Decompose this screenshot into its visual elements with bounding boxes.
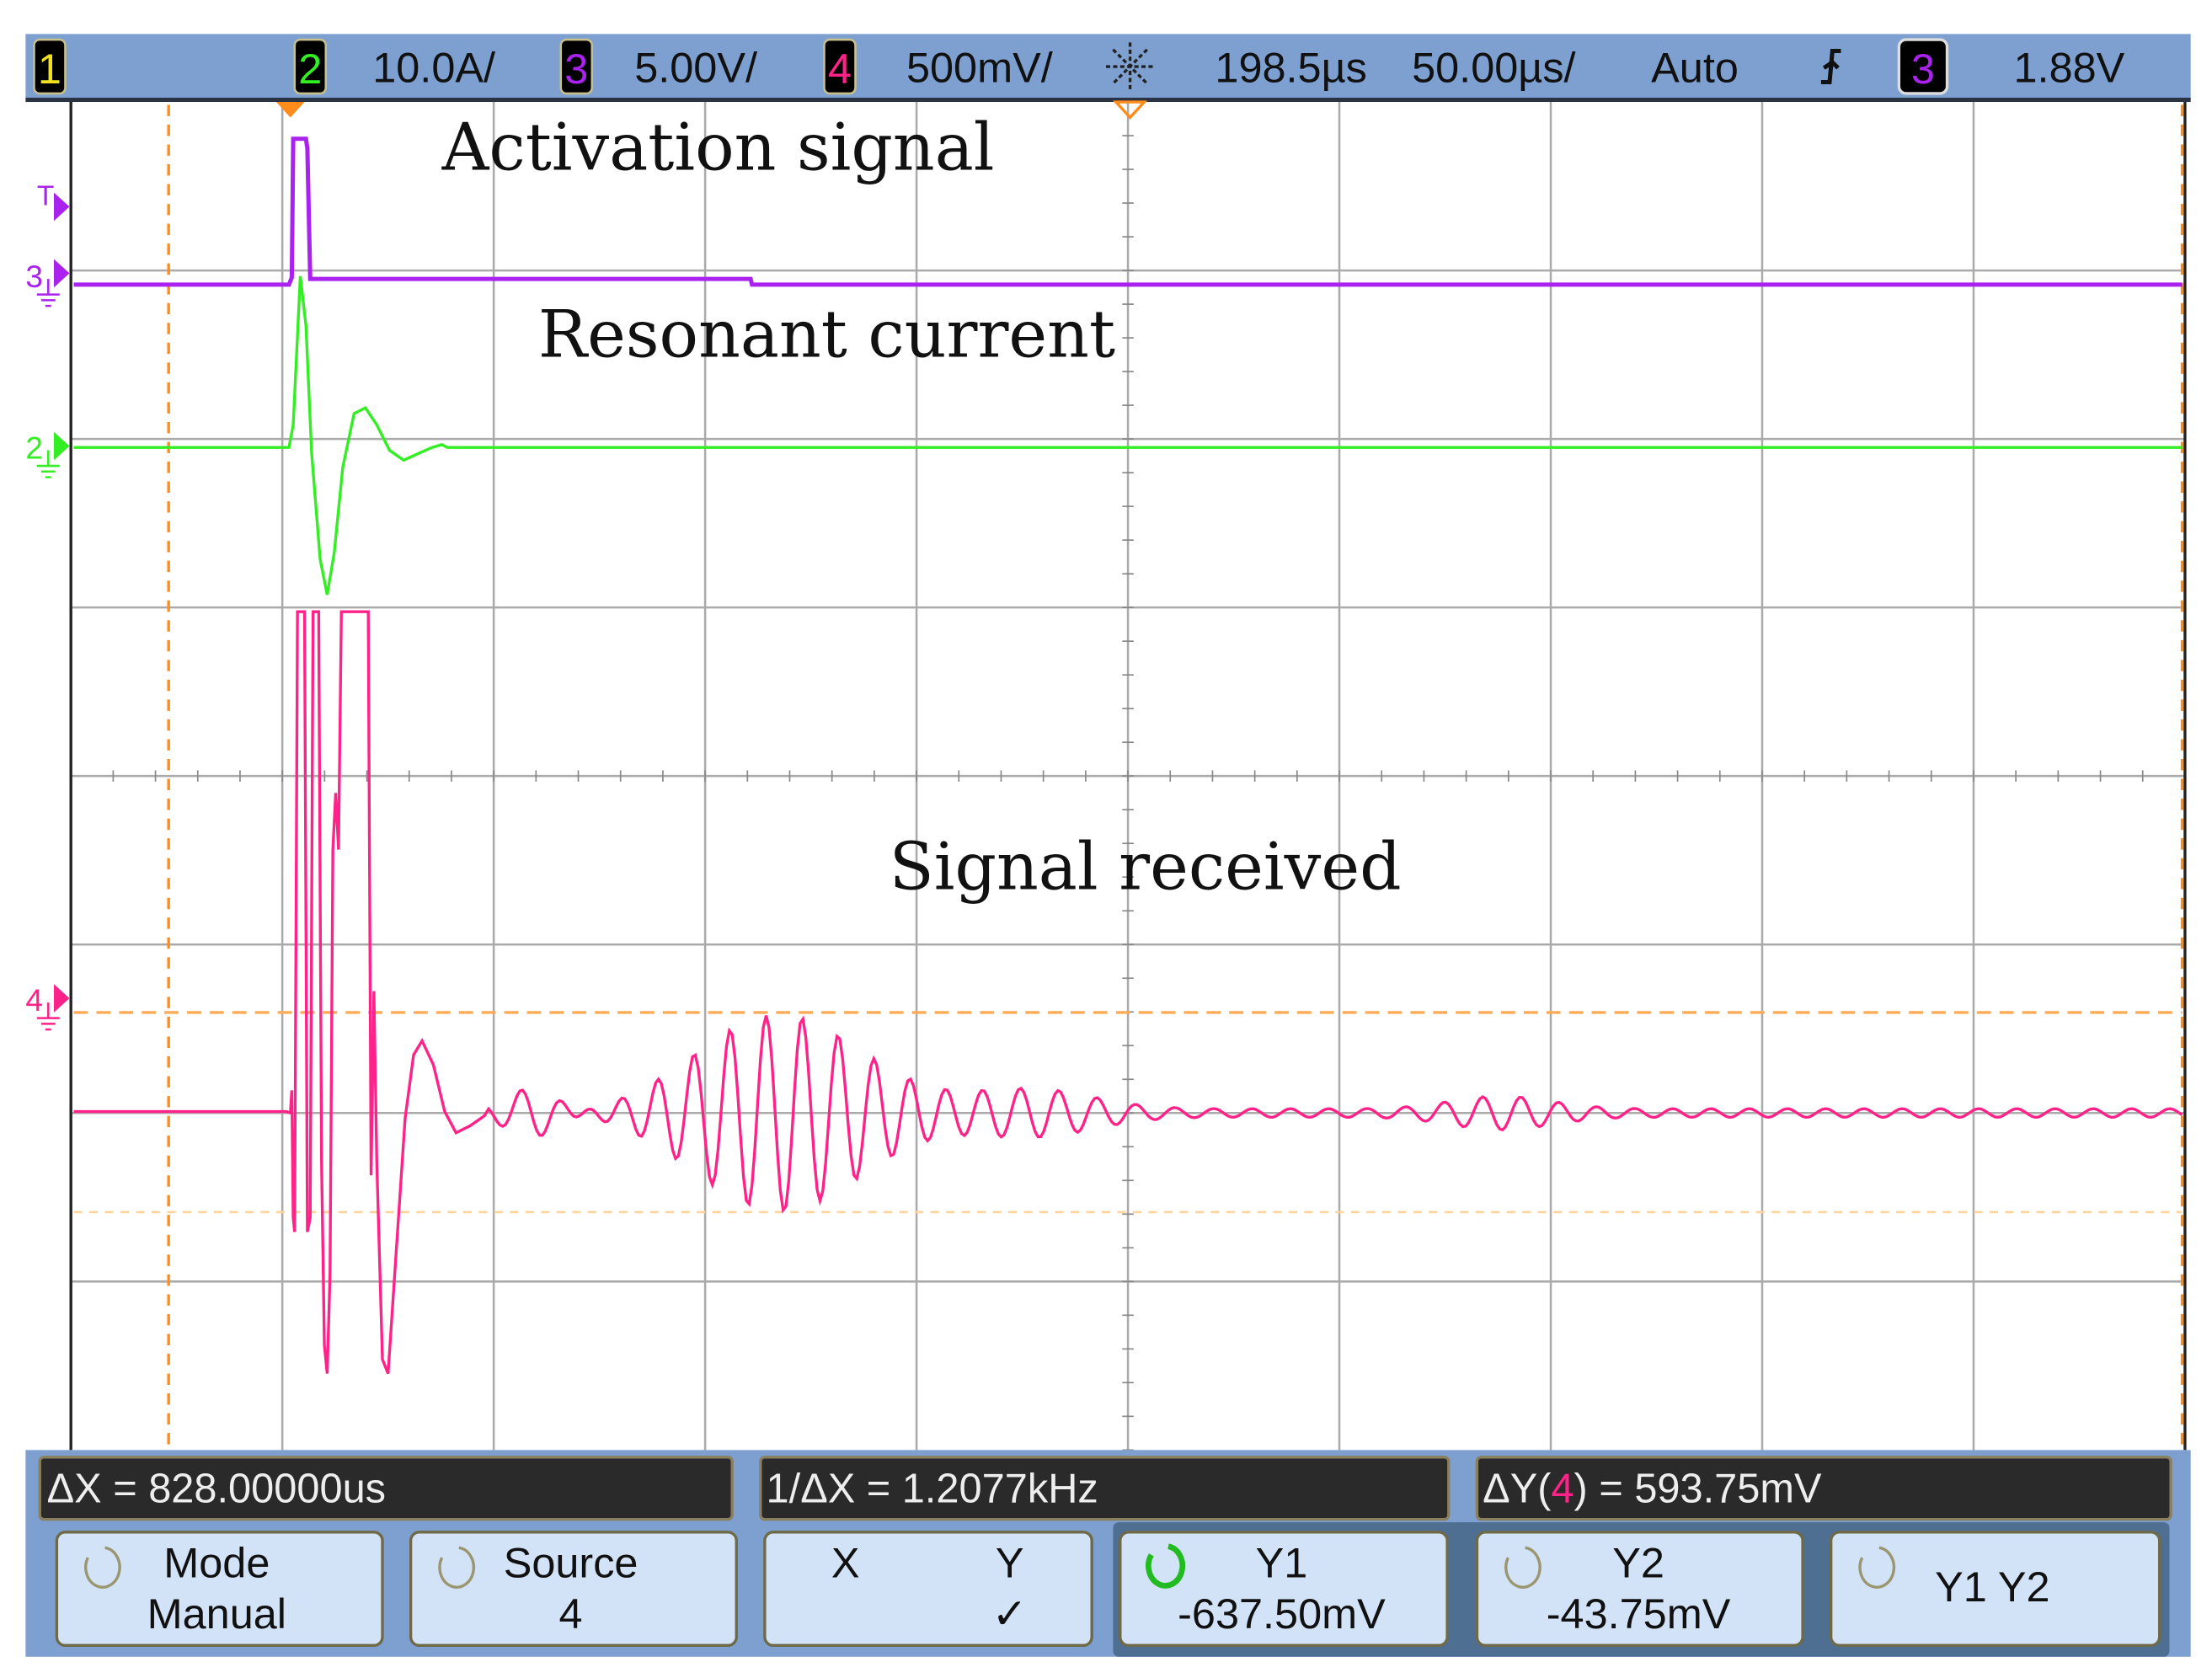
channel-2-label: 2 xyxy=(298,45,322,93)
y-option: Y xyxy=(996,1539,1024,1587)
source-value: 4 xyxy=(559,1590,583,1638)
mode-label: Mode xyxy=(163,1539,270,1587)
trigger-mode[interactable]: Auto xyxy=(1651,43,1739,91)
inverse-delta-x-readout: 1/ΔX = 1.2077kHz xyxy=(759,1456,1451,1521)
channel-4-ground-marker[interactable]: 4 xyxy=(25,983,70,1031)
y2-softkey[interactable]: Y2 -43.75mV xyxy=(1475,1531,1804,1648)
inverse-delta-x-value: 1/ΔX = 1.2077kHz xyxy=(767,1467,1098,1512)
trigger-source-label: 3 xyxy=(1911,45,1935,93)
mode-value: Manual xyxy=(147,1590,286,1638)
annotation-activation-signal: Activation signal xyxy=(441,110,995,186)
channel-3-label: 3 xyxy=(564,45,588,93)
time-delay[interactable]: 198.5µs xyxy=(1215,43,1366,91)
trigger-marker-label: T xyxy=(37,181,55,212)
source-label: Source xyxy=(504,1539,638,1587)
mode-softkey[interactable]: Mode Manual xyxy=(55,1531,384,1648)
delta-y-readout: ΔY(4) = 593.75mV xyxy=(1475,1456,2172,1521)
channel-2-scale: 10.0A/ xyxy=(372,43,496,91)
delta-x-value: ΔX = 828.00000us xyxy=(47,1467,386,1512)
y1-softkey[interactable]: Y1 -637.50mV xyxy=(1119,1531,1449,1648)
channel-1-label: 1 xyxy=(38,45,61,93)
channel-2-marker-label: 2 xyxy=(25,431,43,466)
channel-3-marker-label: 3 xyxy=(25,259,43,294)
check-icon: ✓ xyxy=(992,1590,1028,1638)
y1-value: -637.50mV xyxy=(1178,1590,1386,1638)
channel-4-scale: 500mV/ xyxy=(906,43,1054,91)
y2-label: Y2 xyxy=(1612,1539,1664,1587)
channel-4-label: 4 xyxy=(828,45,852,93)
annotation-resonant-current: Resonant current xyxy=(538,297,1115,373)
channel-3-badge[interactable]: 3 xyxy=(559,38,594,95)
source-softkey[interactable]: Source 4 xyxy=(409,1531,738,1648)
y2-value: -43.75mV xyxy=(1547,1590,1731,1638)
channel-4-marker-label: 4 xyxy=(25,983,43,1018)
trigger-level[interactable]: 1.88V xyxy=(2014,43,2125,91)
graticule xyxy=(69,101,2187,1451)
trigger-source-badge[interactable]: 3 xyxy=(1897,38,1949,95)
y1-y2-label: Y1 Y2 xyxy=(1935,1563,2049,1611)
delta-y-value: ΔY(4) = 593.75mV xyxy=(1483,1467,1822,1512)
y1-label: Y1 xyxy=(1256,1539,1308,1587)
channel-3-scale: 5.00V/ xyxy=(634,43,758,91)
annotation-signal-received: Signal received xyxy=(890,830,1402,906)
oscilloscope-screen: 1 2 10.0A/ 3 5.00V/ 4 500mV/ 198.5µs 50.… xyxy=(25,34,2191,1657)
time-scale[interactable]: 50.00µs/ xyxy=(1412,43,1576,91)
y1-y2-softkey[interactable]: Y1 Y2 xyxy=(1829,1531,2161,1648)
channel-2-ground-marker[interactable]: 2 xyxy=(25,431,70,478)
trigger-level-marker[interactable]: T xyxy=(37,181,70,222)
channel-3-ground-marker[interactable]: 3 xyxy=(25,259,70,307)
delta-x-readout: ΔX = 828.00000us xyxy=(38,1456,734,1521)
x-option: X xyxy=(831,1539,860,1587)
channel-4-badge[interactable]: 4 xyxy=(823,38,857,95)
xy-softkey[interactable]: X Y ✓ xyxy=(763,1531,1093,1648)
channel-1-badge[interactable]: 1 xyxy=(33,38,67,95)
channel-2-badge[interactable]: 2 xyxy=(293,38,328,95)
status-bar: 1 2 10.0A/ 3 5.00V/ 4 500mV/ 198.5µs 50.… xyxy=(25,34,2191,103)
